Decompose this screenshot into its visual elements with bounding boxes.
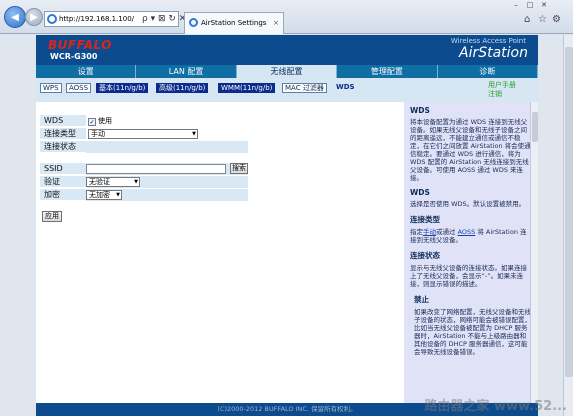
help-title-connection-status: 连接状态 xyxy=(410,251,440,260)
chevron-down-icon: ▼ xyxy=(116,192,120,198)
wds-value: ✓ 使用 xyxy=(86,115,248,127)
ssid-label: SSID xyxy=(44,164,63,173)
wds-enable-checkbox[interactable]: ✓ xyxy=(88,118,96,126)
auth-select[interactable]: 无验证 ▼ xyxy=(86,177,140,187)
help-text-connection-status: 显示与无线父设备的连接状态。如果连接上了无线父设备，会显示“-”。如果未连接，则… xyxy=(410,264,527,288)
connection-type-row: 连接类型 手动 ▼ xyxy=(40,128,248,140)
help-title-wds-enable: WDS xyxy=(410,188,430,197)
connection-status-label: 连接状态 xyxy=(44,142,76,151)
connection-type-select[interactable]: 手动 ▼ xyxy=(88,129,198,139)
buffalo-logo: BUFFALO xyxy=(48,38,112,52)
connection-status-row: 连接状态 xyxy=(40,141,248,153)
connection-status-value xyxy=(86,141,248,153)
airstation-brand: AirStation xyxy=(459,45,528,61)
favorites-icon[interactable]: ☆ xyxy=(538,14,547,25)
tab-title: AirStation Settings xyxy=(201,19,267,27)
subnav-wds[interactable]: WDS xyxy=(334,83,357,93)
help-links: 用户手册 注销 xyxy=(488,81,516,99)
ssid-row: SSID 搜索 xyxy=(40,163,248,175)
page-scrollbar[interactable] xyxy=(563,35,573,416)
help-title-wds: WDS xyxy=(410,106,430,115)
encryption-select[interactable]: 无加密 ▼ xyxy=(86,190,122,200)
help-title-connection-type: 连接类型 xyxy=(410,215,440,224)
help-text-connection-type: 指定手动或通过 AOSS 将 AirStation 连接到无线父设备。 xyxy=(410,228,532,244)
help-text-pre: 指定 xyxy=(410,228,423,236)
connection-type-value: 手动 ▼ xyxy=(86,128,248,140)
auth-value: 无验证 ▼ xyxy=(86,176,248,188)
auth-selected: 无验证 xyxy=(89,178,110,186)
address-url: http://192.168.1.100/ xyxy=(59,15,135,23)
wds-label: WDS xyxy=(44,116,64,125)
product-tagline: Wireless Access Point xyxy=(450,37,526,45)
help-text-mid: 或通过 xyxy=(436,228,456,236)
help-text-wds: 将本设备配置为通过 WDS 连接到无线父设备。如果无线父设备和无线子设备之间的距… xyxy=(410,118,531,182)
help-panel: WDS 将本设备配置为通过 WDS 连接到无线父设备。如果无线父设备和无线子设备… xyxy=(404,102,538,403)
forward-button[interactable]: ▶ xyxy=(25,8,43,26)
wds-enable-label: 使用 xyxy=(98,117,112,125)
page-header: BUFFALO WCR-G300 Wireless Access Point A… xyxy=(36,35,538,65)
subnav-wps[interactable]: WPS xyxy=(40,83,62,93)
home-icon[interactable]: ⌂ xyxy=(524,14,530,25)
close-window-button[interactable]: ✕ xyxy=(537,1,551,9)
subnav-aoss[interactable]: AOSS xyxy=(66,83,92,93)
maximize-button[interactable]: □ xyxy=(523,1,537,9)
help-text-prohibited: 如果改变了网络配置，无线父设备和无线子设备的状态，网络可能会被错误配置，比如当无… xyxy=(414,308,531,356)
encryption-label: 加密 xyxy=(44,190,60,199)
tab-admin-config[interactable]: 管理配置 xyxy=(337,65,438,78)
apply-button[interactable]: 应用 xyxy=(42,211,62,222)
address-bar-icons[interactable]: ρ ▾ ⊠ ↻ ✕ xyxy=(142,11,186,27)
tools-gear-icon[interactable]: ⚙ xyxy=(552,14,561,25)
tab-lan-config[interactable]: LAN 配置 xyxy=(136,65,237,78)
ie-icon xyxy=(47,14,57,24)
subnav-basic[interactable]: 基本(11n/g/b) xyxy=(96,83,149,93)
tab-diagnostics[interactable]: 诊断 xyxy=(438,65,538,78)
tab-close-icon[interactable]: × xyxy=(273,13,279,33)
encryption-value: 无加密 ▼ xyxy=(86,189,248,201)
manual-link[interactable]: 手动 xyxy=(423,228,436,236)
aoss-link[interactable]: AOSS xyxy=(458,228,476,236)
chevron-down-icon: ▼ xyxy=(134,179,138,185)
help-text-wds-enable: 选择是否使用 WDS。默认设置被禁用。 xyxy=(410,200,526,208)
watermark: 路由器之家 www.52... xyxy=(424,399,567,414)
logout-link[interactable]: 注销 xyxy=(488,90,516,99)
page-scrollbar-thumb[interactable] xyxy=(565,47,573,377)
ssid-value: 搜索 xyxy=(86,163,248,175)
back-arrow-icon: ◀ xyxy=(11,11,19,23)
window-controls: – □ ✕ xyxy=(509,1,551,9)
minimize-button[interactable]: – xyxy=(509,1,523,9)
router-page: BUFFALO WCR-G300 Wireless Access Point A… xyxy=(36,35,538,416)
subnav-mac-filter[interactable]: MAC 过滤器 xyxy=(282,83,327,93)
help-title-prohibited: 禁止 xyxy=(414,295,429,304)
wds-row: WDS ✓ 使用 xyxy=(40,115,248,127)
help-scrollbar-thumb[interactable] xyxy=(532,112,538,142)
tab-favicon-icon xyxy=(189,18,198,27)
encryption-selected: 无加密 xyxy=(89,191,110,199)
ssid-input[interactable] xyxy=(86,164,226,174)
search-button[interactable]: 搜索 xyxy=(230,163,248,174)
auth-row: 验证 无验证 ▼ xyxy=(40,176,248,188)
auth-label: 验证 xyxy=(44,177,60,186)
user-manual-link[interactable]: 用户手册 xyxy=(488,81,516,90)
back-button[interactable]: ◀ xyxy=(4,6,26,28)
encryption-row: 加密 无加密 ▼ xyxy=(40,189,248,201)
sub-nav: WPS AOSS 基本(11n/g/b) 高级(11n/g/b) WMM(11n… xyxy=(36,78,538,102)
tab-wireless-config[interactable]: 无线配置 xyxy=(236,65,338,78)
help-scrollbar[interactable] xyxy=(530,102,538,403)
main-nav: 设置 LAN 配置 无线配置 管理配置 诊断 xyxy=(36,65,538,78)
model-name: WCR-G300 xyxy=(50,52,98,61)
chevron-down-icon: ▼ xyxy=(192,131,196,137)
subnav-advanced[interactable]: 高级(11n/g/b) xyxy=(156,83,209,93)
connection-type-label: 连接类型 xyxy=(44,129,76,138)
connection-type-selected: 手动 xyxy=(91,130,105,138)
browser-tab[interactable]: AirStation Settings × xyxy=(184,12,284,34)
forward-arrow-icon: ▶ xyxy=(30,11,38,23)
browser-toolbar: ◀ ▶ http://192.168.1.100/ ρ ▾ ⊠ ↻ ✕ AirS… xyxy=(0,0,573,34)
subnav-wmm[interactable]: WMM(11n/g/b) xyxy=(218,83,276,93)
tab-setup[interactable]: 设置 xyxy=(36,65,137,78)
